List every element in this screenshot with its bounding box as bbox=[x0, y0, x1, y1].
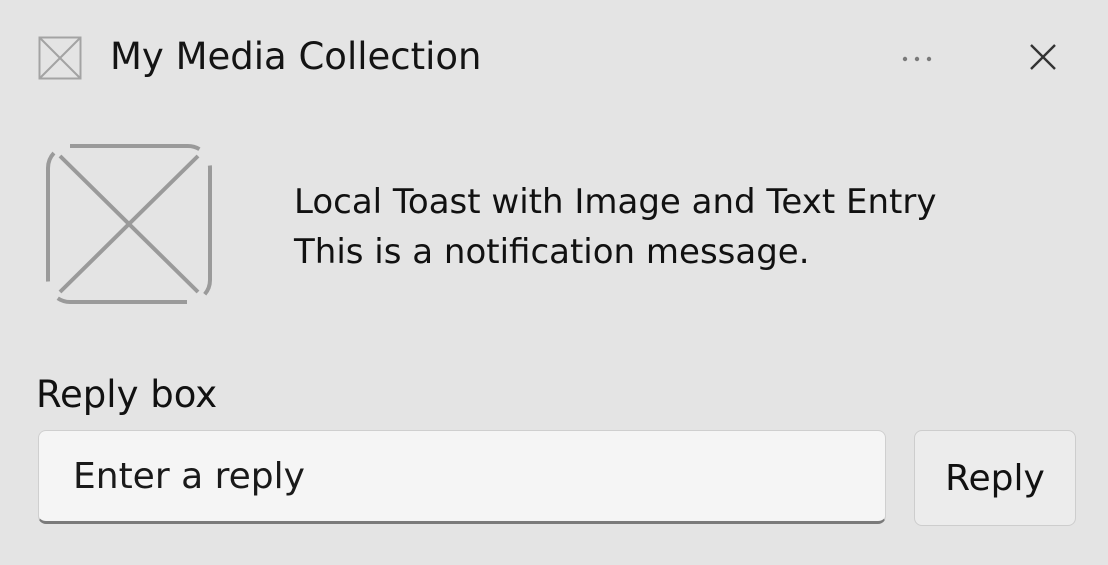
placeholder-image-icon bbox=[44, 142, 214, 306]
ellipsis-icon bbox=[897, 49, 937, 68]
more-options-button[interactable] bbox=[892, 38, 942, 78]
reply-button[interactable]: Reply bbox=[914, 430, 1076, 526]
close-button[interactable] bbox=[1018, 36, 1068, 82]
app-placeholder-icon bbox=[38, 36, 82, 80]
reply-box-label: Reply box bbox=[36, 373, 218, 416]
reply-button-label: Reply bbox=[945, 457, 1045, 499]
toast-message: Local Toast with Image and Text Entry Th… bbox=[294, 177, 936, 277]
close-icon bbox=[1028, 42, 1058, 76]
app-title: My Media Collection bbox=[110, 35, 482, 78]
toast-body: This is a notification message. bbox=[294, 232, 810, 272]
reply-input[interactable] bbox=[38, 430, 886, 524]
toast-title: Local Toast with Image and Text Entry bbox=[294, 182, 937, 222]
toast-notification: My Media Collection Local Toast with Ima… bbox=[0, 0, 1108, 565]
